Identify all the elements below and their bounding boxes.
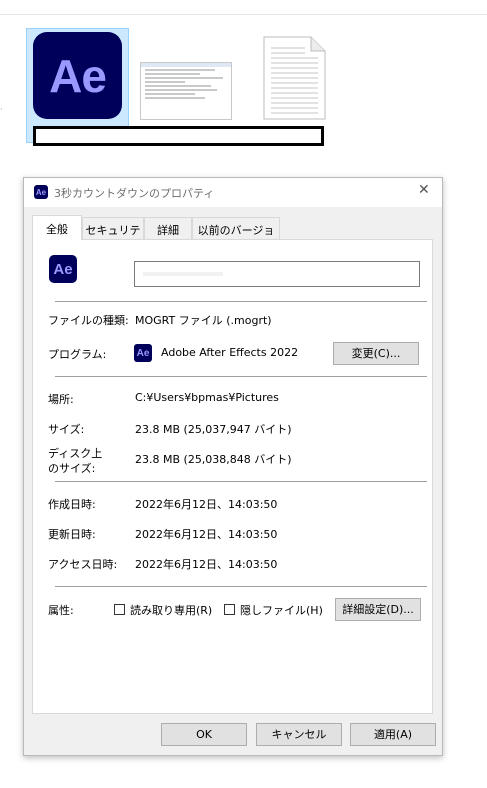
- after-effects-file-icon[interactable]: Ae: [33, 32, 122, 119]
- file-type-value: MOGRT ファイル (.mogrt): [135, 314, 272, 327]
- general-tab-panel: Ae ファイルの種類: MOGRT ファイル (.mogrt) プログラム: A…: [32, 239, 433, 714]
- program-value: Adobe After Effects 2022: [161, 346, 299, 359]
- accessed-label: アクセス日時:: [48, 558, 118, 571]
- file-name-input[interactable]: [134, 261, 420, 287]
- hidden-label[interactable]: 隠しファイル(H): [240, 602, 323, 618]
- modified-label: 更新日時:: [48, 528, 96, 541]
- after-effects-icon: Ae: [134, 344, 152, 362]
- dialog-title: 3秒カウントダウンのプロパティ: [54, 187, 215, 200]
- divider: [55, 301, 427, 302]
- top-divider: [0, 14, 487, 15]
- tab-general[interactable]: 全般: [32, 215, 82, 240]
- program-label: プログラム:: [48, 348, 107, 361]
- ok-button[interactable]: OK: [161, 723, 247, 746]
- apply-button[interactable]: 適用(A): [350, 723, 436, 746]
- location-value: C:¥Users¥bpmas¥Pictures: [135, 391, 279, 404]
- disk-size-label-line1: ディスク上: [48, 447, 103, 460]
- modified-value: 2022年6月12日、14:03:50: [135, 528, 278, 541]
- created-label: 作成日時:: [48, 498, 96, 511]
- change-program-button[interactable]: 変更(C)...: [333, 342, 419, 365]
- tab-previous-versions[interactable]: 以前のバージョン: [192, 217, 280, 253]
- tab-security[interactable]: セキュリティ: [82, 217, 144, 253]
- divider: [55, 481, 427, 482]
- screenshot-thumbnail-icon[interactable]: [140, 62, 232, 120]
- scroll-edge-mark: ·: [0, 105, 3, 115]
- disk-size-label-line2: のサイズ:: [48, 462, 96, 475]
- dialog-titlebar[interactable]: Ae 3秒カウントダウンのプロパティ ✕: [24, 178, 442, 207]
- document-file-icon[interactable]: [263, 36, 326, 120]
- filename-rename-field[interactable]: [33, 126, 324, 146]
- location-label: 場所:: [48, 393, 74, 406]
- ae-logo-text: Ae: [49, 49, 107, 102]
- advanced-attributes-button[interactable]: 詳細設定(D)...: [335, 598, 421, 621]
- created-value: 2022年6月12日、14:03:50: [135, 498, 278, 511]
- size-value: 23.8 MB (25,037,947 バイト): [135, 423, 292, 436]
- after-effects-icon: Ae: [34, 185, 48, 199]
- readonly-label[interactable]: 読み取り専用(R): [130, 602, 212, 618]
- readonly-checkbox[interactable]: [114, 604, 125, 615]
- size-label: サイズ:: [48, 423, 85, 436]
- accessed-value: 2022年6月12日、14:03:50: [135, 558, 278, 571]
- disk-size-value: 23.8 MB (25,038,848 バイト): [135, 453, 292, 466]
- cancel-button[interactable]: キャンセル: [256, 723, 342, 746]
- close-icon[interactable]: ✕: [418, 182, 430, 198]
- after-effects-icon: Ae: [49, 255, 77, 283]
- divider: [55, 376, 427, 377]
- attributes-label: 属性:: [48, 604, 74, 617]
- tab-details[interactable]: 詳細: [144, 217, 192, 239]
- hidden-checkbox[interactable]: [224, 604, 235, 615]
- file-type-label: ファイルの種類:: [48, 314, 129, 327]
- divider: [55, 586, 427, 587]
- properties-dialog: Ae 3秒カウントダウンのプロパティ ✕ 全般 セキュリティ 詳細 以前のバージ…: [23, 177, 443, 756]
